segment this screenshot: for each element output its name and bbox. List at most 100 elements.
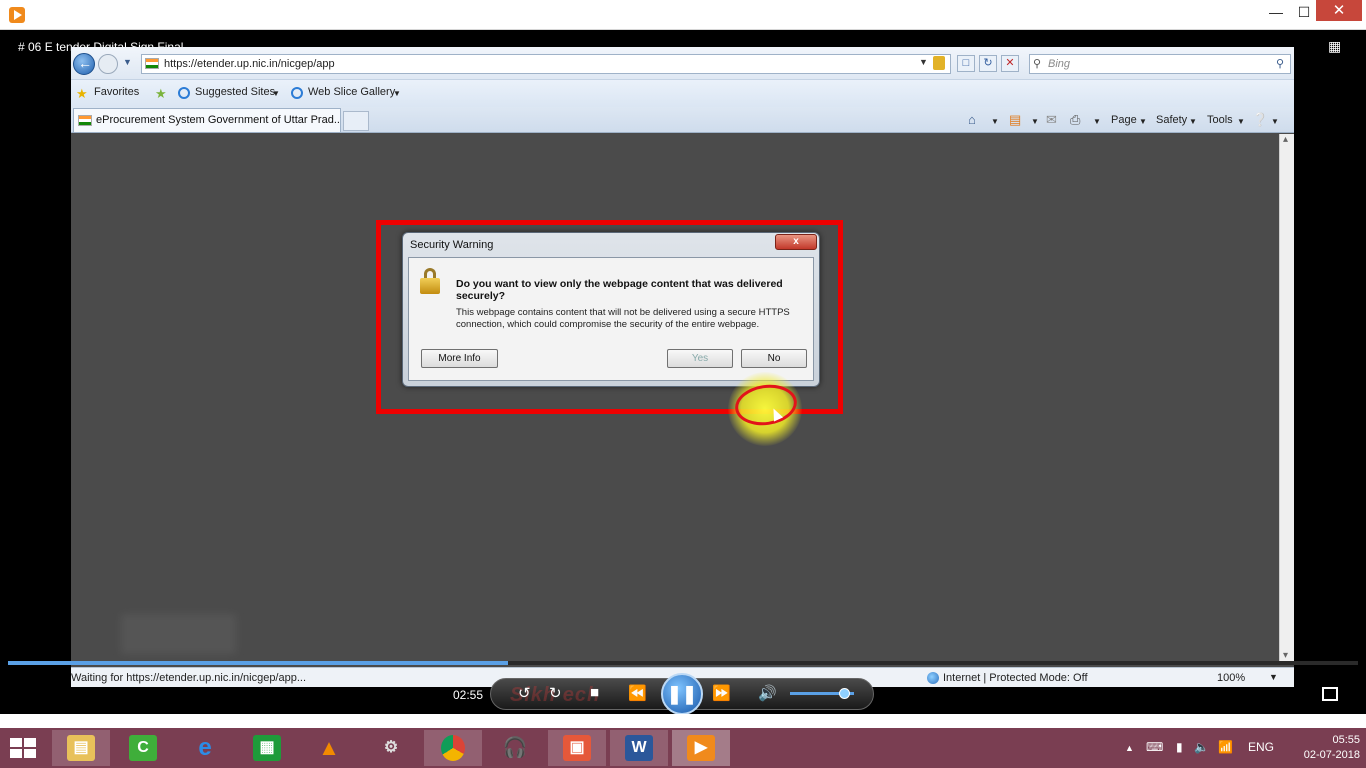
suggested-sites-link[interactable]: Suggested Sites	[195, 86, 275, 98]
repeat-icon[interactable]: ↻	[549, 684, 562, 702]
address-bar[interactable]: https://etender.up.nic.in/nicgep/app	[141, 54, 951, 74]
lock-icon[interactable]	[933, 56, 945, 70]
start-button[interactable]	[10, 738, 38, 758]
presentation-icon: ▣	[563, 735, 591, 761]
next-icon[interactable]: ⏩	[712, 684, 731, 702]
store-icon: ▦	[253, 735, 281, 761]
tab-flag-icon	[78, 115, 92, 126]
keyboard-icon[interactable]: ⌨	[1146, 740, 1163, 754]
search-icon: ⚲	[1033, 58, 1042, 70]
search-placeholder: Bing	[1048, 58, 1071, 70]
pause-icon[interactable]: ❚❚	[661, 673, 703, 715]
elapsed-time: 02:55	[453, 688, 484, 702]
print-dropdown-icon[interactable]: ▼	[1093, 117, 1101, 126]
ie-site-icon	[178, 87, 190, 99]
player-bottom-border	[0, 714, 1366, 728]
add-favorite-icon[interactable]: ★	[155, 86, 167, 102]
feeds-dropdown-icon[interactable]: ▼	[1031, 117, 1039, 126]
web-slice-dropdown-icon[interactable]: ▼	[393, 89, 401, 98]
page-menu[interactable]: Page	[1111, 114, 1137, 126]
taskbar-network[interactable]: ⚙	[362, 730, 420, 766]
history-dropdown-icon[interactable]: ▼	[123, 57, 132, 67]
suggested-sites-dropdown-icon[interactable]: ▼	[272, 89, 280, 98]
folder-icon: ▤	[67, 735, 95, 761]
previous-icon[interactable]: ⏪	[628, 684, 647, 702]
favorites-button[interactable]: Favorites	[94, 86, 139, 98]
print-icon[interactable]: ⎙	[1070, 112, 1080, 128]
network-status-icon[interactable]: 📶	[1218, 740, 1233, 754]
seek-bar[interactable]	[8, 661, 1358, 665]
clock[interactable]: 05:55 02-07-2018	[1300, 733, 1360, 763]
close-icon[interactable]: ✕	[1316, 0, 1362, 21]
home-dropdown-icon[interactable]: ▼	[991, 117, 999, 126]
web-slice-gallery-link[interactable]: Web Slice Gallery	[308, 86, 395, 98]
taskbar-vlc[interactable]: ▲	[300, 730, 358, 766]
taskbar-camtasia[interactable]: C	[114, 730, 172, 766]
safety-menu[interactable]: Safety	[1156, 114, 1187, 126]
clock-time: 05:55	[1332, 734, 1360, 746]
ie-icon: e	[198, 734, 212, 761]
safety-dropdown-icon[interactable]: ▼	[1189, 117, 1197, 126]
taskbar-audacity[interactable]: 🎧	[486, 730, 544, 766]
security-zone[interactable]: Internet | Protected Mode: Off	[927, 672, 1088, 684]
language-indicator[interactable]: ENG	[1248, 740, 1274, 754]
zoom-dropdown-icon[interactable]: ▼	[1269, 672, 1278, 682]
headphones-icon: 🎧	[502, 737, 528, 759]
back-icon[interactable]	[73, 53, 95, 75]
compatibility-view-icon[interactable]: □	[957, 55, 975, 72]
search-input[interactable]: ⚲ Bing ⚲	[1029, 54, 1291, 74]
taskbar-internet-explorer[interactable]: e	[176, 730, 234, 766]
dialog-close-button[interactable]: x	[775, 234, 817, 250]
dialog-title: Security Warning	[410, 239, 494, 251]
battery-icon[interactable]: ▮	[1176, 740, 1183, 754]
player-logo-icon	[9, 7, 25, 23]
address-url: https://etender.up.nic.in/nicgep/app	[164, 58, 335, 70]
no-button[interactable]: No	[741, 349, 807, 368]
feeds-icon[interactable]: ▤	[1009, 112, 1021, 128]
vlc-icon: ▲	[318, 735, 340, 760]
taskbar-presentation[interactable]: ▣	[548, 730, 606, 766]
minimize-icon[interactable]: —	[1262, 0, 1290, 24]
fullscreen-icon[interactable]: ▦	[1328, 38, 1348, 54]
padlock-icon	[419, 268, 441, 294]
rewind-icon[interactable]: ↺	[518, 684, 531, 702]
taskbar-store[interactable]: ▦	[238, 730, 296, 766]
tab-title: eProcurement System Government of Uttar …	[96, 114, 341, 126]
more-info-button[interactable]: More Info	[421, 349, 498, 368]
mail-icon[interactable]: ✉	[1046, 112, 1057, 128]
tab-eprocurement[interactable]: eProcurement System Government of Uttar …	[73, 108, 341, 132]
chrome-icon	[441, 735, 465, 761]
taskbar-file-explorer[interactable]: ▤	[52, 730, 110, 766]
favorites-bar: ★ Favorites ★ Suggested Sites ▼ Web Slic…	[71, 79, 1294, 107]
favorites-star-icon[interactable]: ★	[76, 86, 88, 102]
site-flag-icon	[145, 58, 159, 69]
help-icon[interactable]: ❔	[1252, 112, 1268, 128]
taskbar-word[interactable]: W	[610, 730, 668, 766]
taskbar-video-player[interactable]: ▶	[672, 730, 730, 766]
help-dropdown-icon[interactable]: ▼	[1271, 117, 1279, 126]
yes-button[interactable]: Yes	[667, 349, 733, 368]
taskbar: ▤ C e ▦ ▲ ⚙ 🎧 ▣ W ▶ ▲ ⌨ ▮ 🔈 📶 ENG 05:55 …	[0, 728, 1366, 768]
new-tab-button[interactable]	[343, 111, 369, 131]
vertical-scrollbar[interactable]	[1279, 134, 1294, 661]
address-dropdown-icon[interactable]: ▼	[919, 57, 928, 67]
camtasia-icon: C	[129, 735, 157, 761]
dialog-description: This webpage contains content that will …	[456, 307, 790, 330]
home-icon[interactable]: ⌂	[968, 112, 976, 127]
tools-menu[interactable]: Tools	[1207, 114, 1233, 126]
player-titlebar: — ☐ ✕	[0, 0, 1366, 30]
forward-icon[interactable]	[98, 54, 118, 74]
refresh-icon[interactable]: ↻	[979, 55, 997, 72]
tools-dropdown-icon[interactable]: ▼	[1237, 117, 1245, 126]
speaker-icon[interactable]: 🔈	[1194, 740, 1209, 754]
stop-icon[interactable]: ■	[590, 684, 599, 701]
maximize-icon[interactable]: ☐	[1290, 0, 1318, 24]
taskbar-chrome[interactable]	[424, 730, 482, 766]
page-dropdown-icon[interactable]: ▼	[1139, 117, 1147, 126]
stop-load-icon[interactable]: ✕	[1001, 55, 1019, 72]
volume-icon[interactable]: 🔊	[758, 684, 777, 702]
search-go-icon[interactable]: ⚲	[1276, 55, 1284, 73]
zoom-level[interactable]: 100%	[1217, 672, 1245, 684]
show-hidden-icons[interactable]: ▲	[1125, 743, 1134, 753]
exit-fullscreen-icon[interactable]	[1322, 687, 1338, 701]
